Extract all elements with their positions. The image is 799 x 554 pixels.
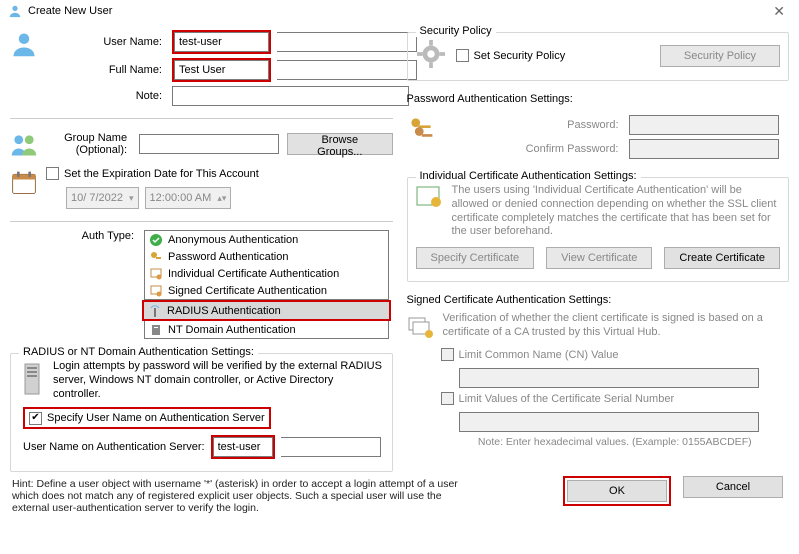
auth-item-nt[interactable]: NT Domain Authentication: [145, 321, 388, 338]
tower-icon: [148, 304, 162, 318]
individual-cert-title: Individual Certificate Authentication Se…: [416, 170, 641, 182]
signed-cert-title: Signed Certificate Authentication Settin…: [407, 294, 790, 306]
close-button[interactable]: ✕: [767, 3, 791, 20]
expiration-time-picker[interactable]: 12:00:00 AM▴▾: [145, 187, 232, 209]
cancel-button[interactable]: Cancel: [683, 476, 783, 498]
checkbox-icon: [441, 348, 454, 361]
server-icon: [149, 323, 163, 337]
cert-icon: [149, 267, 163, 281]
auth-item-password[interactable]: Password Authentication: [145, 248, 388, 265]
user-large-icon: [10, 26, 38, 110]
cert-icon: [149, 284, 163, 298]
group-label: Group Name (Optional):: [46, 132, 131, 156]
ok-button[interactable]: OK: [567, 480, 667, 502]
specify-user-label: Specify User Name on Authentication Serv…: [47, 412, 265, 424]
password-auth-box: Password Authentication Settings: Passwo…: [407, 87, 790, 171]
confirm-password-input: [629, 139, 779, 159]
expiration-checkbox[interactable]: Set the Expiration Date for This Account: [46, 167, 259, 180]
auth-item-individual-cert[interactable]: Individual Certificate Authentication: [145, 265, 388, 282]
auth-type-label: Auth Type:: [10, 230, 138, 242]
security-policy-title: Security Policy: [416, 25, 496, 37]
individual-cert-box: Individual Certificate Authentication Se…: [407, 177, 790, 282]
sn-note: Note: Enter hexadecimal values. (Example…: [441, 436, 790, 448]
full-name-label: Full Name:: [46, 64, 166, 76]
check-circle-icon: [149, 233, 163, 247]
radius-settings-box: RADIUS or NT Domain Authentication Setti…: [10, 353, 393, 472]
hint-text: Hint: Define a user object with username…: [0, 472, 480, 518]
confirm-password-label: Confirm Password:: [443, 143, 623, 155]
full-name-input-ext[interactable]: [277, 60, 417, 80]
auth-user-input[interactable]: [213, 437, 273, 457]
radius-settings-title: RADIUS or NT Domain Authentication Setti…: [19, 346, 258, 358]
sn-input: [459, 412, 759, 432]
gear-icon: [416, 39, 446, 72]
individual-cert-desc: The users using 'Individual Certificate …: [452, 184, 781, 239]
signed-cert-desc: Verification of whether the client certi…: [443, 312, 790, 340]
auth-item-signed-cert[interactable]: Signed Certificate Authentication: [145, 282, 388, 299]
calendar-icon: [10, 167, 38, 213]
expiration-date-picker[interactable]: 10/ 7/2022▾: [66, 187, 139, 209]
checkbox-checked-icon: ✔: [29, 412, 42, 425]
keys-icon: [407, 111, 435, 163]
title-bar: Create New User ✕: [0, 0, 799, 22]
note-label: Note:: [46, 90, 166, 102]
expiration-label: Set the Expiration Date for This Account: [64, 168, 259, 180]
right-pane: Security Policy Set Security Policy Secu…: [407, 26, 790, 472]
auth-item-anonymous[interactable]: Anonymous Authentication: [145, 231, 388, 248]
group-icon: [10, 127, 38, 161]
limit-cn-checkbox: Limit Common Name (CN) Value: [441, 348, 619, 361]
specify-user-checkbox[interactable]: ✔ Specify User Name on Authentication Se…: [29, 412, 265, 425]
auth-user-label: User Name on Authentication Server:: [23, 441, 205, 453]
cert-stack-icon: [407, 312, 435, 340]
user-name-input-ext[interactable]: [277, 32, 417, 52]
set-security-policy-checkbox[interactable]: Set Security Policy: [456, 49, 566, 62]
user-name-input[interactable]: [174, 32, 269, 52]
left-pane: User Name: Full Name: Note: Group Name (…: [10, 26, 393, 472]
view-cert-button[interactable]: View Certificate: [546, 247, 652, 269]
checkbox-icon: [441, 392, 454, 405]
create-cert-button[interactable]: Create Certificate: [664, 247, 780, 269]
key-icon: [149, 250, 163, 264]
password-label: Password:: [443, 119, 623, 131]
full-name-input[interactable]: [174, 60, 269, 80]
browse-groups-button[interactable]: Browse Groups...: [287, 133, 392, 155]
cert-doc-icon: [416, 184, 444, 239]
cn-input: [459, 368, 759, 388]
group-input[interactable]: [139, 134, 279, 154]
chevron-down-icon: ▾: [129, 193, 134, 204]
user-name-label: User Name:: [46, 36, 166, 48]
auth-user-input-ext[interactable]: [281, 437, 381, 457]
auth-type-list-tail[interactable]: NT Domain Authentication: [144, 321, 389, 339]
limit-sn-checkbox: Limit Values of the Certificate Serial N…: [441, 392, 675, 405]
user-icon: [8, 4, 22, 18]
signed-cert-box: Signed Certificate Authentication Settin…: [407, 288, 790, 458]
checkbox-icon: [46, 167, 59, 180]
password-auth-title: Password Authentication Settings:: [407, 93, 790, 105]
security-policy-button[interactable]: Security Policy: [660, 45, 780, 67]
radius-desc: Login attempts by password will be verif…: [53, 360, 384, 401]
security-policy-box: Security Policy Set Security Policy Secu…: [407, 32, 790, 81]
auth-item-radius[interactable]: RADIUS Authentication: [144, 302, 389, 319]
specify-cert-button[interactable]: Specify Certificate: [416, 247, 535, 269]
password-input: [629, 115, 779, 135]
window-title: Create New User: [28, 5, 112, 17]
spinner-icon: ▴▾: [217, 193, 226, 204]
note-input[interactable]: [172, 86, 409, 106]
checkbox-icon: [456, 49, 469, 62]
auth-type-list[interactable]: Anonymous Authentication Password Authen…: [144, 230, 389, 300]
server-tower-icon: [19, 360, 45, 401]
